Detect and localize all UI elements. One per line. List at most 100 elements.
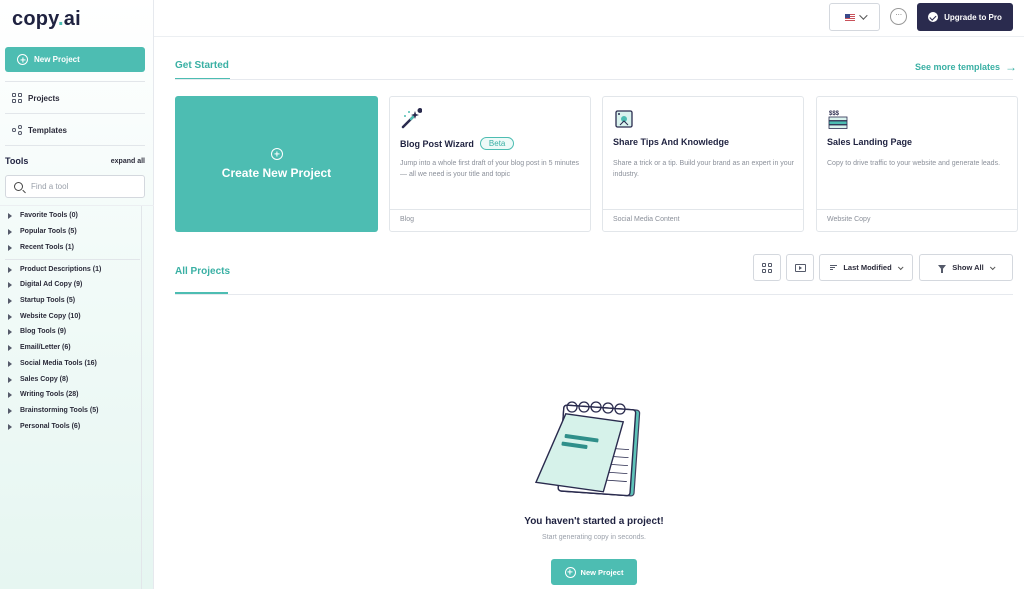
tool-group-recent[interactable]: Recent Tools (1) (8, 244, 74, 251)
grid-icon (762, 262, 772, 273)
logo-main: copy (12, 8, 58, 30)
search-icon (14, 182, 23, 191)
chevron-down-icon (989, 263, 996, 270)
empty-new-project-label: New Project (580, 567, 624, 577)
caret-right-icon (8, 423, 12, 430)
tool-group-blog-tools[interactable]: Blog Tools (9) (8, 328, 66, 335)
caret-right-icon (8, 313, 12, 320)
svg-text:$$$: $$$ (829, 111, 840, 117)
plus-circle-icon (270, 148, 283, 160)
tool-group-personal-tools[interactable]: Personal Tools (6) (8, 423, 80, 430)
tool-group-startup-tools[interactable]: Startup Tools (5) (8, 297, 75, 304)
tool-group-social-media-tools[interactable]: Social Media Tools (16) (8, 360, 97, 367)
sidebar-item-label: Projects (28, 93, 60, 103)
empty-new-project-button[interactable]: New Project (551, 559, 637, 585)
create-new-project-card[interactable]: Create New Project (175, 96, 378, 232)
new-folder-button[interactable] (786, 254, 814, 281)
tool-group-label: Personal Tools (6) (20, 423, 81, 430)
divider (5, 81, 145, 82)
tool-group-digital-ad-copy[interactable]: Digital Ad Copy (9) (8, 281, 82, 288)
tool-search-input[interactable] (31, 182, 131, 191)
template-category: Blog (390, 209, 590, 232)
tips-icon (615, 110, 633, 128)
template-category: Social Media Content (603, 209, 803, 232)
tool-group-label: Social Media Tools (16) (20, 360, 97, 367)
see-more-label: See more templates (915, 62, 1001, 72)
tool-search[interactable] (5, 175, 145, 198)
template-title-text: Blog Post Wizard (400, 138, 474, 149)
sort-label: Last Modified (843, 263, 892, 272)
empty-state-title: You haven't started a project! (524, 516, 664, 527)
template-card-blog-post-wizard[interactable]: Blog Post Wizard Beta Jump into a whole … (389, 96, 591, 232)
template-card-sales-landing-page[interactable]: $$$ Sales Landing Page Copy to drive tra… (816, 96, 1018, 232)
template-title: Sales Landing Page (827, 137, 912, 147)
landing-page-icon: $$$ (828, 111, 848, 129)
more-options-button[interactable]: ··· (890, 8, 907, 25)
tool-group-website-copy[interactable]: Website Copy (10) (8, 313, 81, 320)
new-project-button[interactable]: New Project (5, 47, 145, 72)
expand-all-link[interactable]: expand all (111, 158, 145, 165)
divider (5, 259, 140, 260)
ellipsis-icon: ··· (895, 10, 902, 19)
tool-group-product-descriptions[interactable]: Product Descriptions (1) (8, 266, 101, 273)
grid-icon (12, 93, 22, 103)
arrow-right-icon: → (1005, 60, 1018, 74)
caret-right-icon (8, 244, 12, 251)
logo-ai: ai (63, 8, 81, 30)
sidebar-item-projects[interactable]: Projects (12, 93, 60, 103)
caret-right-icon (8, 212, 12, 219)
tab-all-projects[interactable]: All Projects (175, 266, 230, 277)
upgrade-button[interactable]: Upgrade to Pro (917, 3, 1013, 31)
folder-icon (794, 263, 806, 272)
tool-group-label: Recent Tools (1) (20, 244, 74, 251)
beta-badge: Beta (479, 137, 515, 150)
tool-group-writing-tools[interactable]: Writing Tools (28) (8, 391, 78, 398)
tab-get-started[interactable]: Get Started (175, 60, 229, 71)
tool-group-label: Brainstorming Tools (5) (20, 407, 99, 414)
tool-group-label: Email/Letter (6) (20, 344, 71, 351)
divider (175, 79, 1013, 80)
language-selector[interactable] (829, 3, 880, 31)
sidebar-item-templates[interactable]: Templates (12, 125, 67, 135)
tool-group-label: Startup Tools (5) (20, 297, 76, 304)
tool-group-sales-copy[interactable]: Sales Copy (8) (8, 376, 68, 383)
tool-group-label: Digital Ad Copy (9) (20, 281, 83, 288)
header-divider (154, 36, 1024, 37)
template-category: Website Copy (817, 209, 1017, 232)
tool-group-brainstorming-tools[interactable]: Brainstorming Tools (5) (8, 407, 98, 414)
tools-header: Tools expand all (5, 156, 145, 166)
copyai-logo[interactable]: copy.ai (12, 8, 81, 31)
see-more-templates-link[interactable]: See more templates → (915, 61, 1017, 73)
chevron-down-icon (858, 11, 868, 20)
sort-icon (830, 264, 838, 271)
tool-group-label: Favorite Tools (0) (20, 212, 78, 219)
tool-group-email-letter[interactable]: Email/Letter (6) (8, 344, 71, 351)
divider (5, 113, 145, 114)
plus-circle-icon (564, 566, 576, 578)
caret-right-icon (8, 228, 12, 235)
caret-right-icon (8, 360, 12, 367)
new-project-label: New Project (34, 55, 80, 64)
filter-dropdown[interactable]: Show All (919, 254, 1013, 281)
scrollbar-track[interactable] (141, 206, 142, 589)
sort-dropdown[interactable]: Last Modified (819, 254, 913, 281)
divider (175, 294, 1013, 295)
template-description: Jump into a whole first draft of your bl… (400, 160, 579, 178)
template-card-share-tips[interactable]: Share Tips And Knowledge Share a trick o… (602, 96, 804, 232)
grid-view-button[interactable] (753, 254, 781, 281)
create-card-label: Create New Project (221, 166, 332, 180)
share-icon (12, 125, 22, 135)
caret-right-icon (8, 376, 12, 383)
tool-group-popular[interactable]: Popular Tools (5) (8, 228, 77, 235)
caret-right-icon (8, 328, 12, 335)
template-title-text: Sales Landing Page (827, 137, 913, 147)
tool-group-label: Popular Tools (5) (20, 228, 77, 235)
tool-group-favorite[interactable]: Favorite Tools (0) (8, 212, 78, 219)
us-flag-icon (844, 13, 855, 21)
tool-group-label: Writing Tools (28) (20, 391, 79, 398)
plus-circle-icon (17, 54, 28, 65)
caret-right-icon (8, 344, 12, 351)
tool-group-label: Sales Copy (8) (20, 376, 69, 383)
caret-right-icon (8, 281, 12, 288)
check-badge-icon (928, 12, 939, 22)
